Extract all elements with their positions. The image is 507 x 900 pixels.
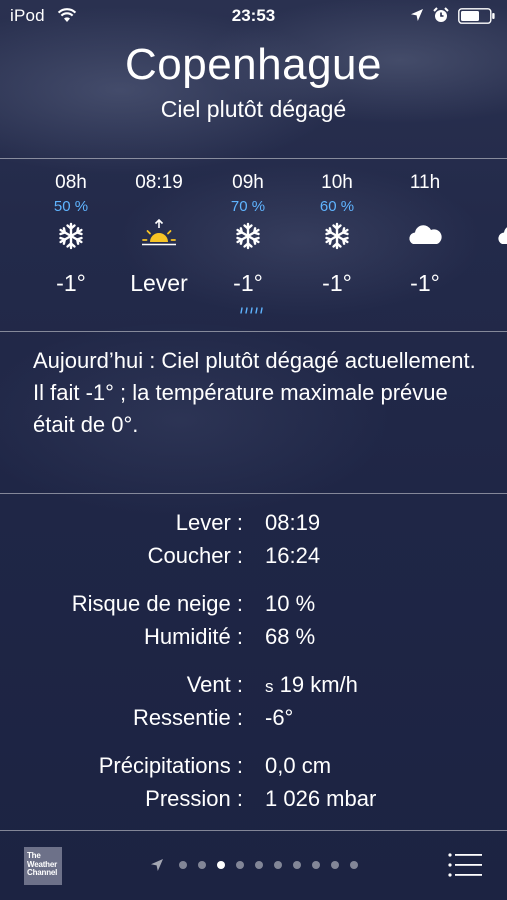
- detail-label: Lever :: [175, 510, 243, 535]
- page-dot[interactable]: [198, 861, 206, 869]
- page-dot[interactable]: [350, 861, 358, 869]
- location-arrow-icon: [411, 9, 423, 21]
- detail-row-snow-chance: Risque de neige : 10 %: [0, 591, 507, 623]
- hour-temperature: -1°: [410, 270, 440, 296]
- battery-icon: [458, 8, 495, 24]
- hourly-item: 09h 70 % -1°: [208, 160, 288, 310]
- city-name: Copenhague: [124, 40, 382, 89]
- snowflake-icon: [236, 222, 260, 250]
- hour-label: 09h: [232, 172, 264, 193]
- cloud-icon: [409, 225, 442, 244]
- precip-probability: 70 %: [230, 198, 266, 215]
- page-dot[interactable]: [293, 861, 301, 869]
- daily-summary: Aujourd’hui : Ciel plutôt dégagé actuell…: [33, 348, 476, 437]
- divider: [0, 331, 507, 332]
- hour-temperature: Lever: [130, 270, 188, 296]
- detail-row-precipitation: Précipitations : 0,0 cm: [0, 753, 507, 785]
- page-indicator[interactable]: [150, 856, 370, 874]
- city-list-icon[interactable]: [448, 853, 482, 877]
- page-dot[interactable]: [236, 861, 244, 869]
- precip-probability: 60 %: [319, 198, 355, 215]
- bottom-toolbar: The Weather Channel: [0, 831, 507, 900]
- wind-speed: 19 km/h: [279, 672, 358, 697]
- hour-temperature: -1°: [322, 270, 352, 296]
- page-dot[interactable]: [255, 861, 263, 869]
- scroll-hint-icon: [240, 307, 263, 314]
- detail-row-wind: Vent : s 19 km/h: [0, 672, 507, 704]
- detail-value: 16:24: [265, 543, 321, 568]
- detail-value: 10 %: [265, 591, 316, 616]
- weather-channel-logo[interactable]: The Weather Channel: [24, 847, 62, 885]
- detail-value: s 19 km/h: [265, 672, 358, 698]
- hourly-forecast-strip[interactable]: 08h 50 % -1° 08:19 Lever 09h 70 % -1° 10…: [0, 160, 507, 310]
- logo-text: The Weather Channel: [27, 851, 58, 877]
- alarm-icon: [433, 7, 449, 22]
- detail-label: Humidité :: [143, 624, 243, 649]
- page-dot[interactable]: [274, 861, 282, 869]
- hour-label: 08:19: [135, 172, 183, 193]
- hour-temperature: -: [474, 270, 507, 297]
- detail-value: 68 %: [265, 624, 316, 649]
- detail-value: -6°: [265, 705, 294, 730]
- hour-label: 1: [474, 172, 507, 194]
- wind-direction: s: [265, 677, 274, 696]
- hourly-item: 08:19 Lever: [119, 160, 199, 310]
- detail-label: Coucher :: [147, 543, 243, 568]
- sunrise-icon: [142, 218, 176, 246]
- detail-label: Précipitations :: [98, 753, 243, 778]
- detail-row-sunset: Coucher : 16:24: [0, 543, 507, 575]
- hourly-item: 1 -: [474, 160, 507, 310]
- detail-value: 0,0 cm: [265, 753, 332, 778]
- page-dot[interactable]: [179, 861, 187, 869]
- hourly-item: 08h 50 % -1°: [31, 160, 111, 310]
- detail-row-humidity: Humidité : 68 %: [0, 624, 507, 656]
- detail-row-pressure: Pression : 1 026 mbar: [0, 786, 507, 818]
- status-time: 23:53: [231, 6, 276, 25]
- cloud-icon: [498, 227, 507, 244]
- precip-probability: 50 %: [53, 198, 89, 215]
- hour-label: 10h: [321, 172, 353, 193]
- detail-label: Ressentie :: [132, 705, 243, 730]
- divider: [0, 158, 507, 159]
- current-location-page-icon: [151, 859, 163, 871]
- hourly-item: 10h 60 % -1°: [297, 160, 377, 310]
- detail-row-sunrise: Lever : 08:19: [0, 510, 507, 542]
- page-dot-active[interactable]: [217, 861, 225, 869]
- snowflake-icon: [325, 222, 349, 250]
- hourly-item: 11h -1°: [385, 160, 465, 310]
- status-bar: iPod 23:53: [0, 0, 507, 34]
- divider: [0, 493, 507, 494]
- detail-value: 08:19: [265, 510, 321, 535]
- detail-label: Risque de neige :: [71, 591, 243, 616]
- detail-label: Vent :: [186, 672, 243, 697]
- page-dot[interactable]: [331, 861, 339, 869]
- current-condition: Ciel plutôt dégagé: [160, 96, 347, 122]
- page-dot[interactable]: [312, 861, 320, 869]
- detail-value: 1 026 mbar: [265, 786, 377, 811]
- hour-label: 08h: [55, 172, 87, 193]
- detail-row-feels-like: Ressentie : -6°: [0, 705, 507, 737]
- snowflake-icon: [59, 222, 83, 250]
- hour-temperature: -1°: [56, 270, 86, 296]
- hour-label: 11h: [409, 172, 441, 193]
- hour-temperature: -1°: [233, 270, 263, 296]
- detail-label: Pression :: [145, 786, 243, 811]
